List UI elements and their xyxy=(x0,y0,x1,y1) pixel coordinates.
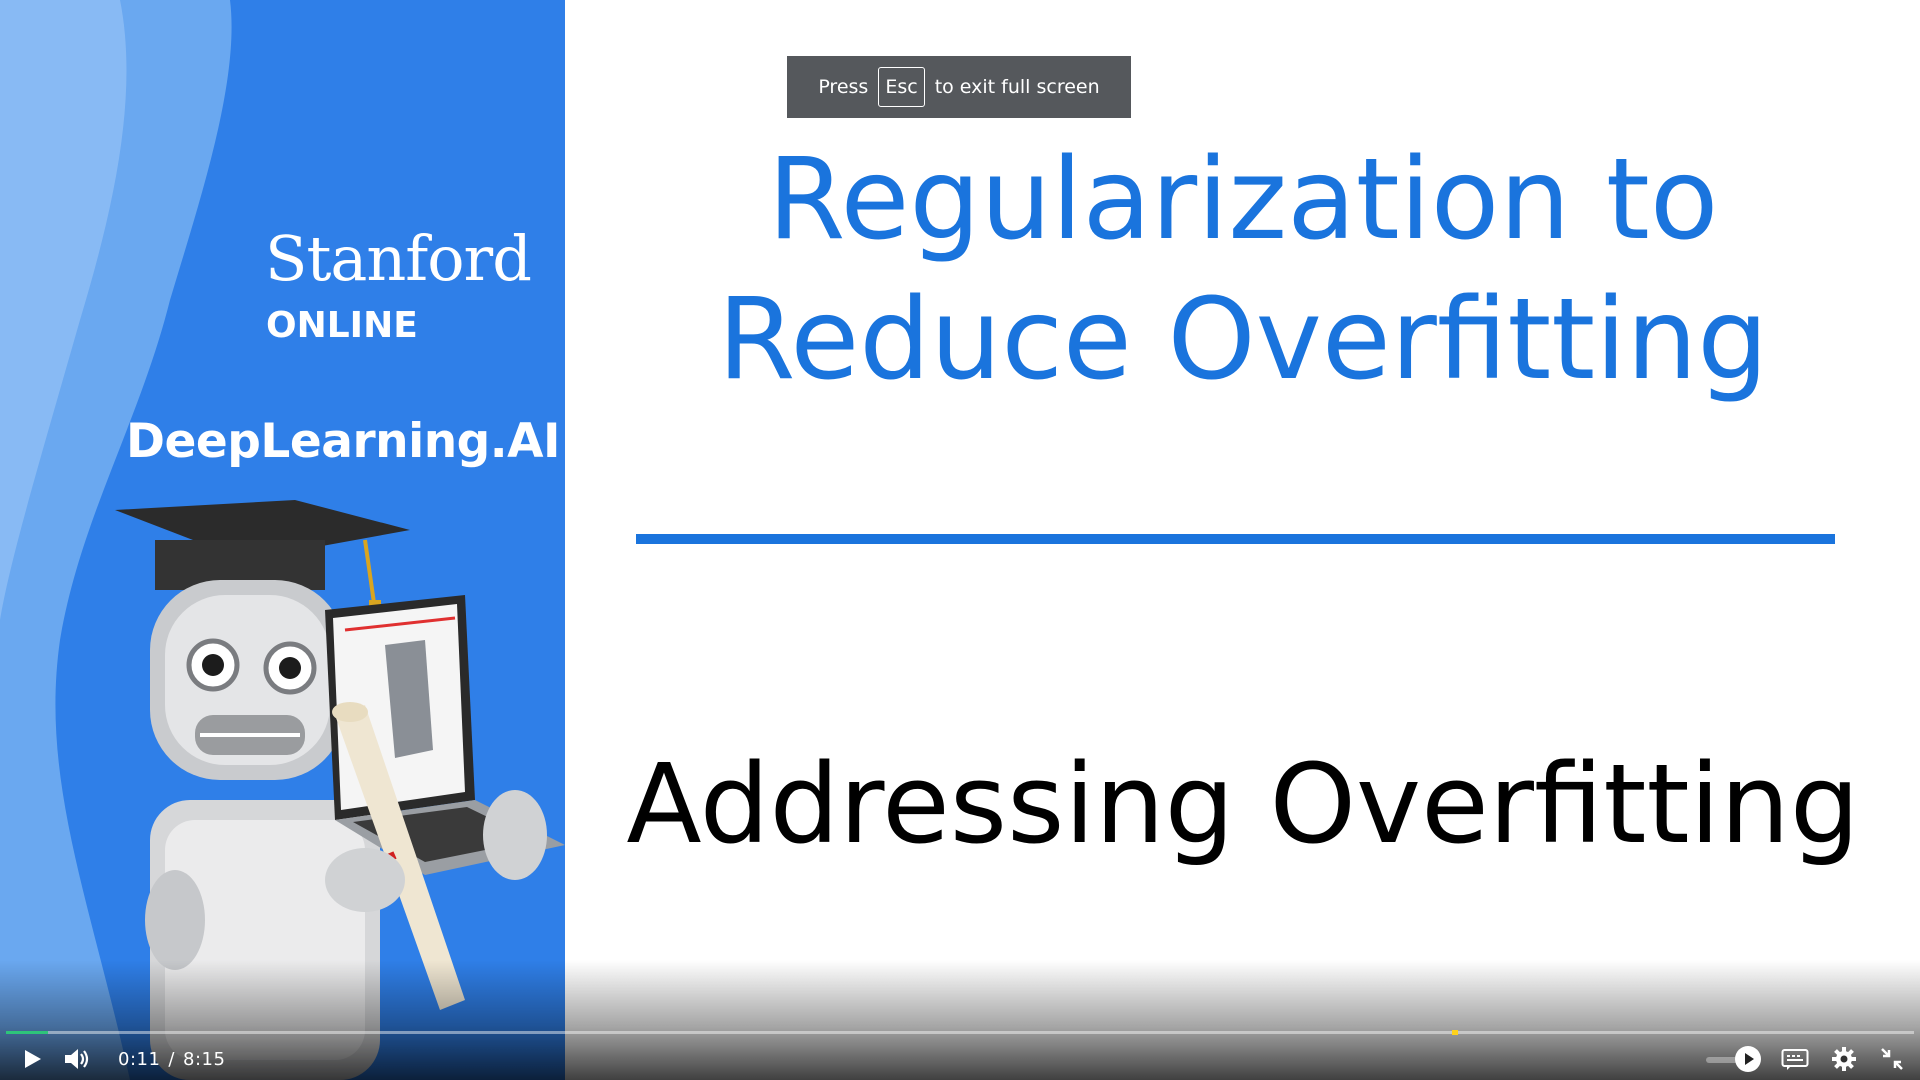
progress-marker xyxy=(1452,1030,1459,1035)
duration: 8:15 xyxy=(183,1049,226,1070)
online-logo-text: ONLINE xyxy=(266,305,418,346)
progress-fill xyxy=(6,1031,48,1034)
time-separator: / xyxy=(168,1049,175,1070)
volume-icon xyxy=(65,1049,89,1069)
video-player[interactable]: Stanford ONLINE DeepLearning.AI Regulari… xyxy=(0,0,1920,1080)
stanford-logo-text: Stanford xyxy=(265,222,532,295)
player-controls: 0:11 / 8:15 xyxy=(0,1040,1920,1080)
progress-bar[interactable] xyxy=(6,1030,1914,1035)
slide-title-line1: Regularization to xyxy=(767,135,1719,265)
current-time: 0:11 xyxy=(118,1049,161,1070)
settings-button[interactable] xyxy=(1828,1040,1860,1078)
time-display: 0:11 / 8:15 xyxy=(118,1049,225,1070)
fullscreen-toast: Press Esc to exit full screen xyxy=(787,56,1131,118)
deeplearning-logo-text: DeepLearning.AI xyxy=(126,414,561,469)
toast-press-text: Press xyxy=(818,76,869,98)
captions-icon xyxy=(1781,1049,1809,1070)
slide-subtitle: Addressing Overfitting xyxy=(626,740,1860,868)
slide-title-line2: Reduce Overfitting xyxy=(717,275,1769,405)
play-button[interactable] xyxy=(16,1040,48,1078)
speed-play-icon xyxy=(1735,1046,1761,1072)
volume-button[interactable] xyxy=(60,1040,94,1078)
slide-title: Regularization to Reduce Overfitting xyxy=(566,130,1920,410)
settings-icon xyxy=(1832,1047,1856,1071)
exit-fullscreen-icon xyxy=(1881,1048,1903,1070)
captions-button[interactable] xyxy=(1778,1040,1812,1078)
toast-esc-key: Esc xyxy=(878,67,925,107)
title-divider xyxy=(636,534,1835,544)
play-icon xyxy=(25,1050,41,1068)
toast-message: to exit full screen xyxy=(934,76,1100,98)
brand-panel: Stanford ONLINE DeepLearning.AI xyxy=(0,0,565,1080)
exit-fullscreen-button[interactable] xyxy=(1876,1040,1908,1078)
playback-speed-button[interactable] xyxy=(1732,1040,1764,1078)
